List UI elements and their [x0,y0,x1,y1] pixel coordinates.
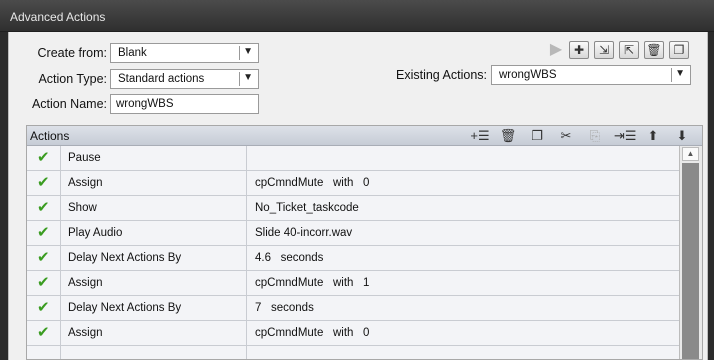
action-name-label: Action Name: [31,97,107,111]
advanced-actions-panel: Create from: Blank ▼ Action Type: Standa… [8,32,708,360]
action-type-dropdown[interactable]: Standard actions ▼ [110,69,259,89]
actions-rows: ✔ Pause ✔ Assign cpCmndMute with 0 ✔ Sho… [27,146,679,359]
check-icon[interactable]: ✔ [37,199,50,216]
row-detail: Slide 40-incorr.wav [255,227,353,239]
row-detail: cpCmndMute with 0 [255,177,370,189]
actions-grid-header: Actions +☰ 🗑 ❐ ✂ ⎘ ⇥☰ ⬆ ⬇ [27,126,702,146]
table-row[interactable]: ✔ Assign cpCmndMute with 1 [27,271,679,296]
play-icon[interactable]: ▶ [546,41,566,59]
duplicate-icon[interactable]: ❐ [669,41,689,59]
dropdown-separator [671,68,672,82]
import-icon[interactable]: ⇲ [594,41,614,59]
trash-icon[interactable]: 🗑 [498,128,518,144]
row-detail: No_Ticket_taskcode [255,202,359,214]
table-row[interactable]: ✔ Pause [27,146,679,171]
existing-actions-label: Existing Actions: [395,68,487,82]
move-up-icon[interactable]: ⬆ [643,128,663,144]
create-from-label: Create from: [37,46,107,60]
window-title: Advanced Actions [10,10,106,24]
action-name-input[interactable]: wrongWBS [110,94,259,114]
table-row[interactable]: ✔ Delay Next Actions By 7 seconds [27,296,679,321]
action-name-value: wrongWBS [116,98,174,110]
table-row[interactable]: ✔ Delay Next Actions By 4.6 seconds [27,246,679,271]
row-action: Delay Next Actions By [68,302,182,314]
cut-icon[interactable]: ✂ [556,128,576,144]
row-action: Assign [68,177,103,189]
create-from-value: Blank [118,47,147,59]
scroll-thumb[interactable] [682,163,699,359]
actions-grid: Actions +☰ 🗑 ❐ ✂ ⎘ ⇥☰ ⬆ ⬇ ✔ Pause ✔ Assi… [26,125,703,360]
check-icon[interactable]: ✔ [37,174,50,191]
table-row[interactable]: ✔ Assign cpCmndMute with 0 [27,321,679,346]
check-icon[interactable]: ✔ [37,274,50,291]
check-icon[interactable]: ✔ [37,299,50,316]
row-detail: cpCmndMute with 1 [255,277,370,289]
export-icon[interactable]: ⇱ [619,41,639,59]
move-down-icon[interactable]: ⬇ [672,128,692,144]
table-row[interactable] [27,346,679,359]
insert-icon[interactable]: ⇥☰ [614,128,637,144]
check-icon[interactable]: ✔ [37,224,50,241]
paste-icon[interactable]: ⎘ [585,128,605,144]
delete-icon[interactable]: 🗑 [644,41,664,59]
add-row-icon[interactable]: +☰ [470,128,490,144]
existing-actions-dropdown[interactable]: wrongWBS ▼ [491,65,691,85]
action-type-label: Action Type: [38,72,107,86]
add-icon[interactable]: ✚ [569,41,589,59]
table-row[interactable]: ✔ Play Audio Slide 40-incorr.wav [27,221,679,246]
row-action: Assign [68,277,103,289]
row-action: Show [68,202,97,214]
vertical-scrollbar[interactable]: ▲ [679,146,702,359]
row-detail: 4.6 seconds [255,252,324,264]
dropdown-separator [239,72,240,86]
row-checkbox-cell[interactable] [27,346,61,359]
table-row[interactable]: ✔ Show No_Ticket_taskcode [27,196,679,221]
scroll-up-icon[interactable]: ▲ [682,147,699,161]
create-from-dropdown[interactable]: Blank ▼ [110,43,259,63]
title-bar: Advanced Actions [0,0,714,32]
dropdown-separator [239,46,240,60]
row-action: Pause [68,152,101,164]
copy-icon[interactable]: ❐ [527,128,547,144]
check-icon[interactable]: ✔ [37,149,50,166]
row-action: Assign [68,327,103,339]
actions-header-title: Actions [30,129,70,143]
check-icon[interactable]: ✔ [37,249,50,266]
existing-actions-value: wrongWBS [499,69,557,81]
table-row[interactable]: ✔ Assign cpCmndMute with 0 [27,171,679,196]
row-action: Delay Next Actions By [68,252,182,264]
chevron-down-icon: ▼ [243,46,253,57]
row-detail: 7 seconds [255,302,314,314]
chevron-down-icon: ▼ [243,72,253,83]
chevron-down-icon: ▼ [675,68,685,79]
action-type-value: Standard actions [118,73,205,85]
row-action: Play Audio [68,227,123,239]
row-detail: cpCmndMute with 0 [255,327,370,339]
check-icon[interactable]: ✔ [37,324,50,341]
